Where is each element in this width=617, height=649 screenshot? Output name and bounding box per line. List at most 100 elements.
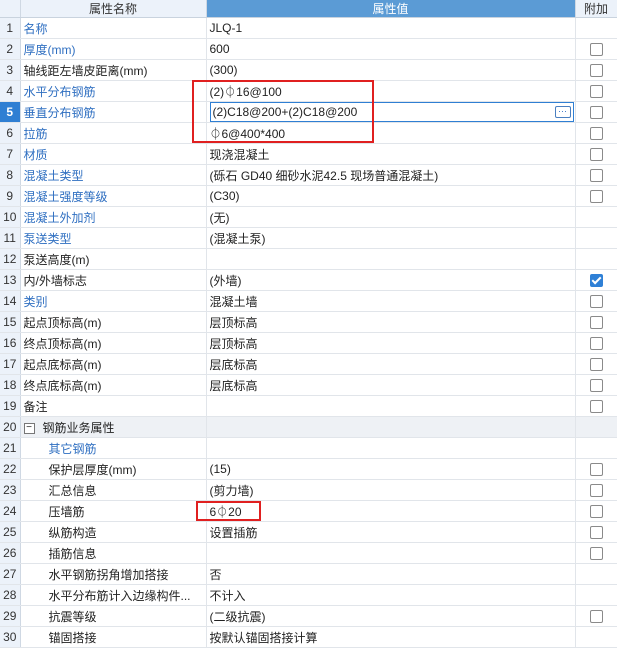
property-value[interactable]: 层底标高 [206,353,576,375]
table-row[interactable]: 18 终点底标高(m) 层底标高 [0,374,617,396]
property-value-text: 混凝土墙 [209,294,258,309]
checkbox-icon[interactable] [589,43,603,57]
table-row[interactable]: 13 内/外墙标志 (外墙) [0,269,617,291]
property-name: 备注 [20,395,207,417]
property-value[interactable]: 现浇混凝土 [206,143,576,165]
property-value[interactable]: (剪力墙) [206,479,576,501]
table-row[interactable]: 24 压墙筋 6⏀20 [0,500,617,522]
table-row[interactable]: 2 厚度(mm) 600 [0,38,617,60]
property-value-text: 不计入 [209,588,246,603]
property-value[interactable]: 层顶标高 [206,332,576,354]
table-row[interactable]: 16 终点顶标高(m) 层顶标高 [0,332,617,354]
table-row[interactable]: 4 水平分布钢筋 (2)⏀16@100 [0,80,617,102]
checkbox-icon[interactable] [589,316,603,330]
table-row[interactable]: 17 起点底标高(m) 层底标高 [0,353,617,375]
property-value[interactable]: 否 [206,563,576,585]
table-row[interactable]: 9 混凝土强度等级 (C30) [0,185,617,207]
table-row[interactable]: 7 材质 现浇混凝土 [0,143,617,165]
value-editor[interactable]: (2)C18@200+(2)C18@200 ··· [209,102,574,122]
property-value[interactable]: 按默认锚固搭接计算 [206,626,576,648]
checkbox-icon[interactable] [589,169,603,183]
table-row[interactable]: 25 纵筋构造 设置插筋 [0,521,617,543]
property-value[interactable]: 600 [206,38,576,60]
checkbox-icon[interactable] [589,337,603,351]
property-value[interactable]: ⏀6@400*400 [206,122,576,144]
property-value[interactable] [206,416,576,438]
table-row[interactable]: 22 保护层厚度(mm) (15) [0,458,617,480]
table-row[interactable]: 8 混凝土类型 (砾石 GD40 细砂水泥42.5 现场普通混凝土) [0,164,617,186]
checkbox-icon[interactable] [589,148,603,162]
property-value[interactable]: (15) [206,458,576,480]
table-row[interactable]: 1 名称 JLQ-1 [0,17,617,39]
checkbox-icon[interactable] [589,85,603,99]
table-row[interactable]: 28 水平分布筋计入边缘构件... 不计入 [0,584,617,606]
table-row[interactable]: 21 其它钢筋 [0,437,617,459]
table-row[interactable]: 15 起点顶标高(m) 层顶标高 [0,311,617,333]
property-value[interactable]: (C30) [206,185,576,207]
header-extra[interactable]: 附加 [575,0,617,18]
collapse-toggle-icon[interactable]: − [23,422,35,434]
property-value[interactable]: 层顶标高 [206,311,576,333]
table-row[interactable]: 6 拉筋 ⏀6@400*400 [0,122,617,144]
table-row[interactable]: 30 锚固搭接 按默认锚固搭接计算 [0,626,617,648]
property-value[interactable]: (混凝土泵) [206,227,576,249]
ellipsis-icon[interactable]: ··· [554,106,571,118]
table-row[interactable]: 29 抗震等级 (二级抗震) [0,605,617,627]
header-property-name[interactable]: 属性名称 [20,0,207,18]
property-value[interactable]: (2)C18@200+(2)C18@200 ··· [206,101,576,123]
extra-cell [575,248,617,270]
checkbox-icon[interactable] [589,190,603,204]
value-editor-text[interactable]: (2)C18@200+(2)C18@200 [213,105,358,119]
property-value[interactable]: (二级抗震) [206,605,576,627]
checkbox-icon[interactable] [589,358,603,372]
property-value[interactable]: (2)⏀16@100 [206,80,576,102]
table-row[interactable]: 10 混凝土外加剂 (无) [0,206,617,228]
header-property-value[interactable]: 属性值 [206,0,576,18]
property-value[interactable]: (外墙) [206,269,576,291]
property-value[interactable]: 层底标高 [206,374,576,396]
table-row[interactable]: 23 汇总信息 (剪力墙) [0,479,617,501]
property-value[interactable]: (300) [206,59,576,81]
property-value[interactable]: 6⏀20 [206,500,576,522]
checkbox-icon[interactable] [589,610,603,624]
table-row[interactable]: 27 水平钢筋拐角增加搭接 否 [0,563,617,585]
property-name[interactable]: − 钢筋业务属性 [20,416,207,438]
table-row[interactable]: 11 泵送类型 (混凝土泵) [0,227,617,249]
checkbox-icon[interactable] [589,526,603,540]
property-value[interactable]: 混凝土墙 [206,290,576,312]
table-row[interactable]: 19 备注 [0,395,617,417]
property-name: 材质 [20,143,207,165]
extra-cell [575,416,617,438]
property-value-text: ⏀6@400*400 [209,126,286,141]
property-value[interactable] [206,437,576,459]
property-value[interactable]: (砾石 GD40 细砂水泥42.5 现场普通混凝土) [206,164,576,186]
property-value[interactable]: JLQ-1 [206,17,576,39]
checkbox-icon[interactable] [589,106,603,120]
table-row[interactable]: 3 轴线距左墙皮距离(mm) (300) [0,59,617,81]
table-row[interactable]: 12 泵送高度(m) [0,248,617,270]
checkbox-icon[interactable] [589,484,603,498]
property-value[interactable] [206,248,576,270]
checkbox-icon[interactable] [589,64,603,78]
extra-cell [575,311,617,333]
checkbox-icon[interactable] [589,547,603,561]
checkbox-icon[interactable] [589,127,603,141]
row-number: 9 [0,185,21,207]
extra-cell [575,395,617,417]
property-value[interactable] [206,542,576,564]
table-row[interactable]: 20− 钢筋业务属性 [0,416,617,438]
checkbox-icon[interactable] [589,274,603,288]
table-row[interactable]: 26 插筋信息 [0,542,617,564]
checkbox-icon[interactable] [589,295,603,309]
property-value[interactable]: (无) [206,206,576,228]
checkbox-icon[interactable] [589,400,603,414]
checkbox-icon[interactable] [589,379,603,393]
row-number: 3 [0,59,21,81]
table-row[interactable]: 14 类别 混凝土墙 [0,290,617,312]
checkbox-icon[interactable] [589,505,603,519]
checkbox-icon[interactable] [589,463,603,477]
property-value[interactable]: 不计入 [206,584,576,606]
property-value[interactable] [206,395,576,417]
table-row[interactable]: 5 垂直分布钢筋 (2)C18@200+(2)C18@200 ··· [0,101,617,123]
property-value[interactable]: 设置插筋 [206,521,576,543]
